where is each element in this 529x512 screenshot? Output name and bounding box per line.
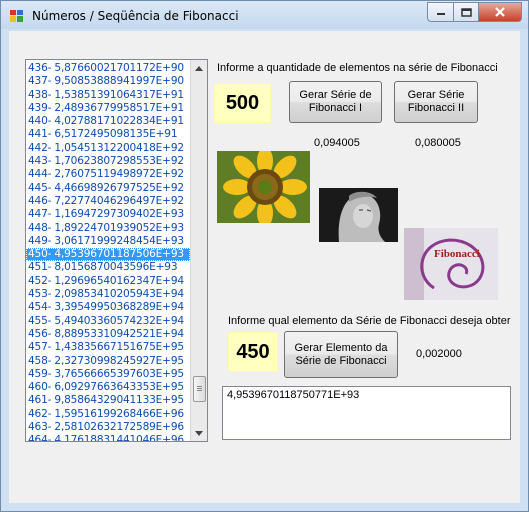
logo-text: Fibonacci (434, 248, 480, 260)
quantity-input[interactable]: 500 (214, 83, 271, 123)
list-item[interactable]: 461- 9,85864329041133E+95 (26, 394, 190, 407)
title-bar[interactable]: Números / Seqüência de Fibonacci (1, 1, 528, 29)
list-item[interactable]: 441- 6,5172495098135E+91 (26, 128, 190, 141)
scroll-down-button[interactable] (191, 425, 207, 441)
list-item[interactable]: 455- 5,49403360574232E+94 (26, 315, 190, 328)
element-time: 0,002000 (416, 348, 462, 360)
generate-series-1-button[interactable]: Gerar Série de Fibonacci I (289, 81, 382, 123)
element-prompt-label: Informe qual elemento da Série de Fibona… (228, 315, 511, 327)
list-item[interactable]: 448- 1,89224701939052E+93 (26, 222, 190, 235)
list-item[interactable]: 447- 1,16947297309402E+93 (26, 208, 190, 221)
list-item[interactable]: 450- 4,95396701187506E+93 (26, 248, 190, 262)
series-prompt-label: Informe a quantidade de elementos na sér… (217, 62, 498, 74)
fibonacci-portrait-image (319, 188, 398, 242)
app-window: Números / Seqüência de Fibonacci 436- 5,… (0, 0, 529, 512)
list-item[interactable]: 454- 3,39549950368289E+94 (26, 301, 190, 314)
list-item[interactable]: 449- 3,06171999248454E+93 (26, 235, 190, 248)
window-title: Números / Seqüência de Fibonacci (32, 9, 239, 23)
list-item[interactable]: 437- 9,50853888941997E+90 (26, 75, 190, 88)
list-item[interactable]: 443- 1,70623807298553E+92 (26, 155, 190, 168)
generate-series-2-button[interactable]: Gerar Série Fibonacci II (394, 81, 478, 123)
maximize-icon (460, 7, 472, 17)
fibonacci-spiral-logo: Fibonacci (404, 228, 498, 300)
vertical-scrollbar[interactable] (190, 60, 207, 441)
list-item[interactable]: 453- 2,09853410205943E+94 (26, 288, 190, 301)
list-item[interactable]: 464- 4,17618831441046E+96 (26, 434, 190, 441)
scroll-down-icon (195, 430, 203, 436)
list-item[interactable]: 462- 1,59516199268466E+96 (26, 408, 190, 421)
list-item[interactable]: 436- 5,87660021701172E+90 (26, 62, 190, 75)
list-items: 436- 5,87660021701172E+90 437- 9,50853888… (26, 62, 190, 441)
list-item[interactable]: 438- 1,53851391064317E+91 (26, 89, 190, 102)
scroll-up-button[interactable] (191, 60, 207, 76)
list-item[interactable]: 463- 2,58102632172589E+96 (26, 421, 190, 434)
list-item[interactable]: 444- 2,76075119498972E+92 (26, 168, 190, 181)
generate-element-button[interactable]: Gerar Elemento da Série de Fibonacci (284, 331, 398, 378)
app-icon (10, 10, 23, 22)
list-item[interactable]: 439- 2,48936779958517E+91 (26, 102, 190, 115)
list-item[interactable]: 460- 6,09297663643353E+95 (26, 381, 190, 394)
list-item[interactable]: 452- 1,29696540162347E+94 (26, 275, 190, 288)
element-index-input[interactable]: 450 (228, 332, 278, 372)
fibonacci-listbox[interactable]: 436- 5,87660021701172E+90 437- 9,50853888… (25, 59, 208, 442)
list-item[interactable]: 446- 7,22774046296497E+92 (26, 195, 190, 208)
series-1-time: 0,094005 (314, 137, 360, 149)
scroll-thumb[interactable] (193, 376, 206, 402)
minimize-button[interactable] (427, 2, 454, 22)
close-button[interactable] (479, 2, 522, 22)
result-textbox[interactable]: 4,9539670118750771E+93 (222, 386, 511, 440)
list-item[interactable]: 440- 4,02788171022834E+91 (26, 115, 190, 128)
series-2-time: 0,080005 (415, 137, 461, 149)
list-item[interactable]: 459- 3,76566665397603E+95 (26, 368, 190, 381)
sunflower-image (217, 151, 310, 223)
scroll-up-icon (195, 65, 203, 71)
maximize-button[interactable] (454, 2, 479, 22)
list-item[interactable]: 445- 4,46698926797525E+92 (26, 182, 190, 195)
minimize-icon (436, 13, 445, 15)
list-item[interactable]: 442- 1,05451312200418E+92 (26, 142, 190, 155)
list-item[interactable]: 458- 2,32730998245927E+95 (26, 355, 190, 368)
close-icon (495, 7, 505, 17)
list-item[interactable]: 456- 8,88953310942521E+94 (26, 328, 190, 341)
list-item[interactable]: 457- 1,43835667151675E+95 (26, 341, 190, 354)
list-item[interactable]: 451- 8,0156870043596E+93 (26, 261, 190, 274)
